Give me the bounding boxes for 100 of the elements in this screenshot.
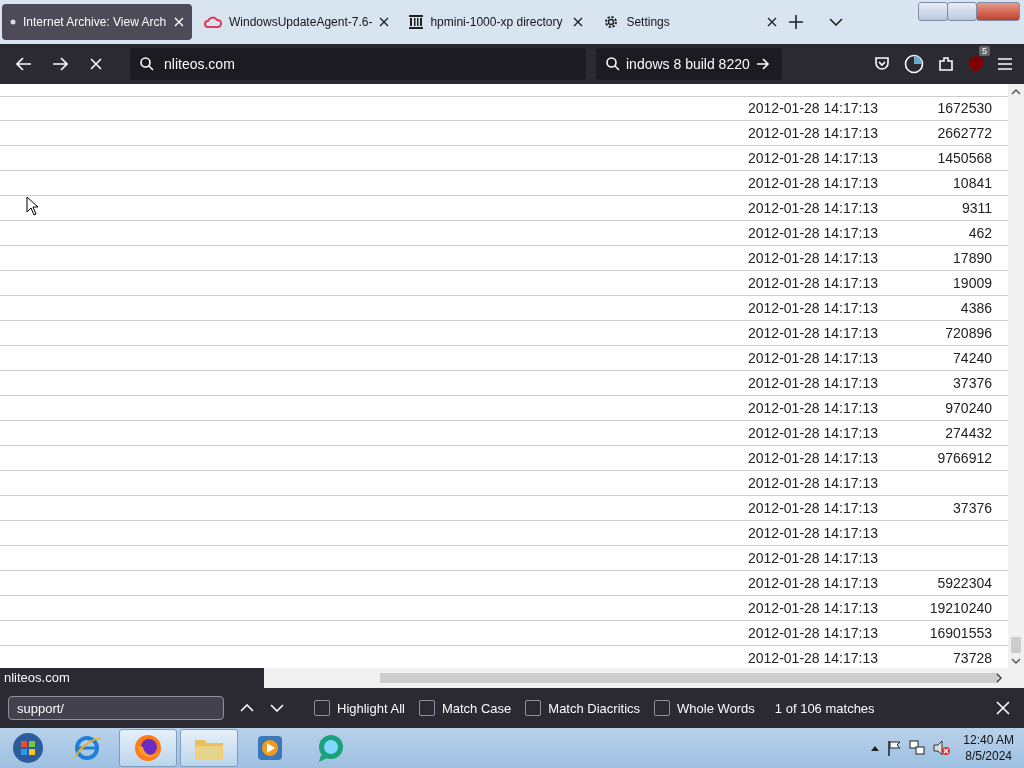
maximize-button[interactable] xyxy=(947,2,977,21)
browser-tab[interactable]: Settings xyxy=(595,4,786,40)
chevron-up-icon[interactable] xyxy=(1011,89,1021,95)
date-cell-text: 2012-01-28 14:17:13 xyxy=(748,100,879,116)
arrow-right-icon[interactable] xyxy=(755,58,770,70)
date-cell-text: 2012-01-28 14:17:13 xyxy=(748,625,879,641)
close-icon[interactable] xyxy=(379,17,390,27)
chevron-up-icon[interactable] xyxy=(871,745,880,751)
globe-icon[interactable] xyxy=(72,733,102,763)
size-cell-text: 1450568 xyxy=(936,150,992,166)
date-cell-text: 2012-01-28 14:17:13 xyxy=(748,350,879,366)
checkbox[interactable] xyxy=(418,700,435,716)
date-cell-text: 2012-01-28 14:17:13 xyxy=(748,150,879,166)
search-icon xyxy=(606,57,620,71)
size-cell-text: 17890 xyxy=(952,250,992,266)
size-cell-text: 9311 xyxy=(960,200,992,216)
match-count: 1 of 106 matches xyxy=(774,700,875,716)
size-cell-text: 2662772 xyxy=(936,125,992,141)
cloud-icon xyxy=(204,16,222,28)
date-cell-text: 2012-01-28 14:17:13 xyxy=(748,450,879,466)
size-cell-text: 9766912 xyxy=(936,450,992,466)
find-field[interactable]: support/ xyxy=(8,696,224,720)
checkbox[interactable] xyxy=(525,700,542,716)
browser-tab[interactable]: hpmini-1000-xp directory xyxy=(401,4,592,40)
size-cell-text: 274432 xyxy=(944,425,992,441)
checkbox-label: Highlight All xyxy=(337,700,405,716)
browser-tab[interactable]: WindowsUpdateAgent-7.6- xyxy=(196,4,398,40)
checkbox-label: Whole Words xyxy=(677,700,755,716)
date-cell-text: 2012-01-28 14:17:13 xyxy=(748,375,879,391)
circle-icon[interactable] xyxy=(904,54,924,74)
close-icon[interactable] xyxy=(573,17,584,27)
date-cell-text: 2012-01-28 14:17:13 xyxy=(748,125,879,141)
dot-icon xyxy=(10,19,16,25)
back-icon[interactable] xyxy=(16,57,32,71)
cursor-icon xyxy=(26,196,40,216)
address-field[interactable]: nliteos.com xyxy=(130,48,586,80)
date-cell-text: 2012-01-28 14:17:13 xyxy=(748,550,879,566)
date-cell-text: 2012-01-28 14:17:13 xyxy=(748,325,879,341)
size-cell-text: 37376 xyxy=(952,375,992,391)
checkbox-label: Match Diacritics xyxy=(548,700,641,716)
play-icon[interactable] xyxy=(257,735,283,761)
status-url: nliteos.com xyxy=(0,668,264,688)
date-cell-text: 2012-01-28 14:17:13 xyxy=(748,250,879,266)
date-cell-text: 2012-01-28 14:17:13 xyxy=(748,200,879,216)
checkbox[interactable] xyxy=(314,700,330,716)
chevron-down-icon[interactable] xyxy=(1011,658,1021,664)
size-cell-text: 19210240 xyxy=(928,600,992,616)
size-cell-text: 73728 xyxy=(952,650,992,666)
badge: 5 xyxy=(979,46,990,56)
size-cell-text: 720896 xyxy=(944,325,992,341)
size-cell-text: 970240 xyxy=(944,400,992,416)
date-cell-text: 2012-01-28 14:17:13 xyxy=(748,275,879,291)
search-field[interactable]: indows 8 build 8220 xyxy=(596,48,782,80)
date-cell-text: 2012-01-28 14:17:13 xyxy=(748,600,879,616)
size-cell-text: 74240 xyxy=(952,350,992,366)
size-cell-text: 16901553 xyxy=(928,625,992,641)
chevron-down-icon[interactable] xyxy=(829,18,844,26)
scroll-thumb[interactable] xyxy=(380,673,998,683)
network-icon[interactable] xyxy=(909,740,926,756)
minimize-button[interactable] xyxy=(918,2,948,21)
stop-icon[interactable] xyxy=(90,58,102,70)
close-icon[interactable] xyxy=(767,17,778,27)
volume-muted-icon[interactable] xyxy=(933,740,952,756)
checkbox[interactable] xyxy=(654,700,671,716)
flag-icon[interactable] xyxy=(887,740,902,756)
size-cell-text: 462 xyxy=(967,225,992,241)
size-cell-text: 37376 xyxy=(952,500,992,516)
size-cell-text: 19009 xyxy=(952,275,992,291)
settings-icon xyxy=(603,14,620,30)
date-cell-text: 2012-01-28 14:17:13 xyxy=(748,400,879,416)
date-cell-text: 2012-01-28 14:17:13 xyxy=(748,225,879,241)
plus-icon[interactable] xyxy=(789,15,804,29)
date-cell-text: 2012-01-28 14:17:13 xyxy=(748,175,879,191)
date-cell-text: 2012-01-28 14:17:13 xyxy=(748,500,879,516)
size-cell-text: 5922304 xyxy=(936,575,992,591)
date-cell-text: 2012-01-28 14:17:13 xyxy=(748,650,879,666)
date-cell-text: 2012-01-28 14:17:13 xyxy=(748,575,879,591)
chevron-right-icon[interactable] xyxy=(996,673,1002,683)
puzzle-icon[interactable] xyxy=(938,56,954,72)
horizontal-scrollbar[interactable] xyxy=(264,668,1024,688)
shield-icon[interactable] xyxy=(874,57,890,71)
menu-icon[interactable] xyxy=(998,58,1012,70)
date-cell-text: 2012-01-28 14:17:13 xyxy=(748,525,879,541)
date-cell-text: 2012-01-28 14:17:13 xyxy=(748,475,879,491)
vertical-scrollbar[interactable] xyxy=(1008,84,1024,668)
date-cell-text: 2012-01-28 14:17:13 xyxy=(748,300,879,316)
checkbox-label: Match Case xyxy=(441,700,512,716)
size-cell-text: 10841 xyxy=(952,175,992,191)
taskbar-button[interactable] xyxy=(119,729,177,767)
start-orb-icon[interactable] xyxy=(12,732,44,764)
size-cell-text: 4386 xyxy=(959,300,992,316)
browser-tab[interactable]: Internet Archive: View Arch xyxy=(2,4,192,40)
building-icon xyxy=(409,15,424,29)
clock[interactable]: 12:40 AM 8/5/2024 xyxy=(963,732,1014,764)
browser-logo-icon[interactable] xyxy=(133,733,163,763)
date-cell-text: 2012-01-28 14:17:13 xyxy=(748,425,879,441)
size-cell-text: 1672530 xyxy=(936,100,992,116)
scroll-thumb[interactable] xyxy=(1011,637,1021,653)
forward-icon[interactable] xyxy=(52,57,68,71)
search-icon xyxy=(140,57,154,71)
